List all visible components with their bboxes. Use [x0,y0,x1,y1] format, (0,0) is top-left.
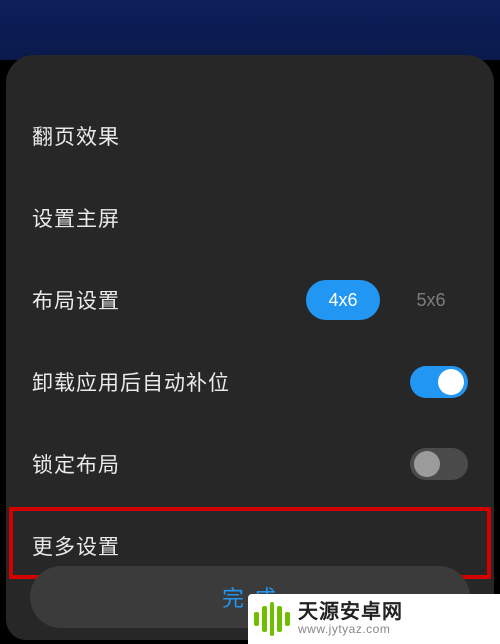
row-label: 设置主屏 [32,203,120,233]
row-label: 更多设置 [32,531,120,561]
lock-layout-toggle[interactable] [410,448,468,480]
row-set-home[interactable]: 设置主屏 [6,177,494,259]
layout-option-4x6[interactable]: 4x6 [306,280,380,320]
watermark-logo-icon [254,601,290,637]
layout-segmented-control: 4x6 5x6 [306,280,468,320]
watermark-subtitle: www.jytyaz.com [298,623,403,636]
toggle-knob [438,369,464,395]
row-label: 布局设置 [32,285,120,315]
watermark-title: 天源安卓网 [298,601,403,623]
watermark: 天源安卓网 www.jytyaz.com [248,594,500,644]
row-layout-setting: 布局设置 4x6 5x6 [6,259,494,341]
settings-sheet: 翻页效果 设置主屏 布局设置 4x6 5x6 卸载应用后自动补位 锁定布局 更多… [6,55,494,640]
auto-fill-toggle[interactable] [410,366,468,398]
watermark-text: 天源安卓网 www.jytyaz.com [298,601,403,636]
row-page-effect[interactable]: 翻页效果 [6,95,494,177]
row-label: 锁定布局 [32,449,120,479]
toggle-knob [414,451,440,477]
row-label: 翻页效果 [32,121,120,151]
layout-option-5x6[interactable]: 5x6 [394,280,468,320]
row-label: 卸载应用后自动补位 [32,367,230,397]
row-auto-fill: 卸载应用后自动补位 [6,341,494,423]
top-gradient-band [0,0,500,60]
row-lock-layout: 锁定布局 [6,423,494,505]
